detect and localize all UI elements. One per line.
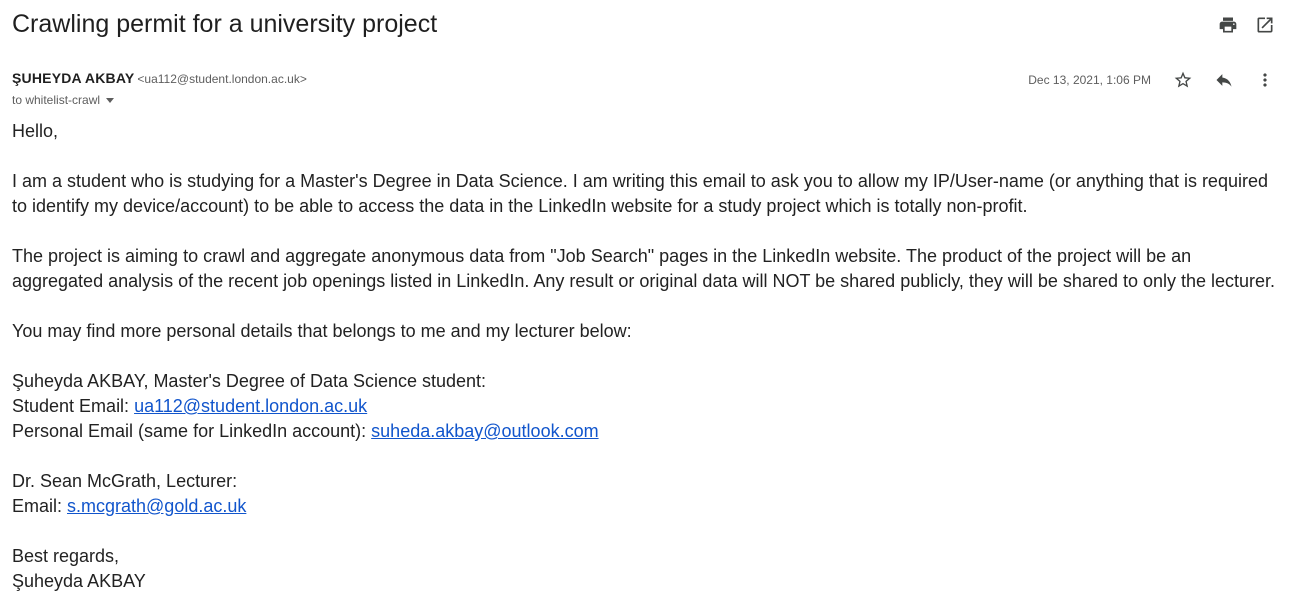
- sender-row: ŞUHEYDA AKBAY <ua112@student.london.ac.u…: [12, 70, 307, 86]
- lecturer-line: Dr. Sean McGrath, Lecturer:: [12, 471, 238, 491]
- to-line: to whitelist-crawl: [12, 93, 101, 107]
- more-vert-icon[interactable]: [1255, 70, 1275, 90]
- recipients-toggle[interactable]: to whitelist-crawl: [12, 93, 115, 107]
- chevron-down-icon[interactable]: [106, 97, 115, 103]
- message-meta: Dec 13, 2021, 1:06 PM: [1028, 70, 1275, 90]
- sender-email: <ua112@student.london.ac.uk>: [137, 72, 307, 86]
- student-line: Şuheyda AKBAY, Master's Degree of Data S…: [12, 371, 487, 391]
- student-email-link[interactable]: ua112@student.london.ac.uk: [134, 396, 367, 416]
- reply-icon[interactable]: [1214, 70, 1234, 90]
- print-icon[interactable]: [1218, 15, 1238, 35]
- student-email-line: Student Email: ua112@student.london.ac.u…: [12, 394, 1287, 419]
- paragraph-project: The project is aiming to crawl and aggre…: [12, 246, 1276, 291]
- greeting: Hello,: [12, 121, 59, 141]
- paragraph-request: I am a student who is studying for a Mas…: [12, 171, 1268, 216]
- closing: Best regards,: [12, 546, 120, 566]
- personal-email-line: Personal Email (same for LinkedIn accoun…: [12, 419, 1287, 444]
- lecturer-email-line: Email: s.mcgrath@gold.ac.uk: [12, 494, 1287, 519]
- email-body: Hello, I am a student who is studying fo…: [12, 119, 1287, 594]
- star-icon[interactable]: [1173, 70, 1193, 90]
- open-in-new-icon[interactable]: [1255, 15, 1275, 35]
- signature: Şuheyda AKBAY: [12, 571, 146, 591]
- sender-name[interactable]: ŞUHEYDA AKBAY: [12, 70, 134, 86]
- student-email-label: Student Email:: [12, 396, 135, 416]
- email-subject: Crawling permit for a university project: [12, 10, 438, 38]
- email-date: Dec 13, 2021, 1:06 PM: [1028, 73, 1151, 87]
- personal-email-label: Personal Email (same for LinkedIn accoun…: [12, 421, 372, 441]
- lecturer-email-label: Email:: [12, 496, 68, 516]
- personal-email-link[interactable]: suheda.akbay@outlook.com: [371, 421, 598, 441]
- paragraph-details-intro: You may find more personal details that …: [12, 321, 632, 341]
- lecturer-email-link[interactable]: s.mcgrath@gold.ac.uk: [67, 496, 246, 516]
- top-actions: [1218, 15, 1275, 35]
